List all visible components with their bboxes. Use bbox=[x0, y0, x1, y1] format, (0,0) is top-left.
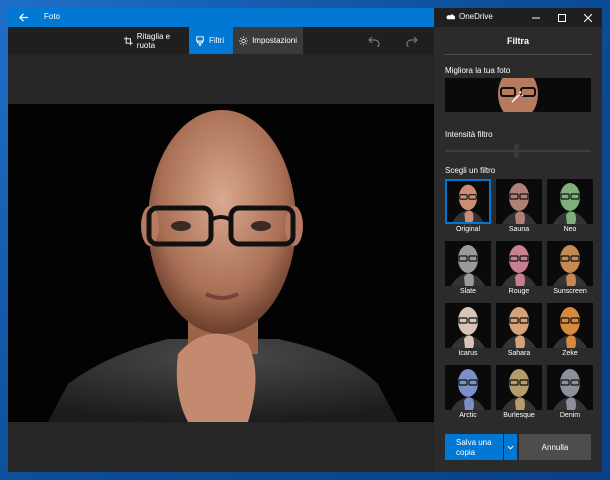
crop-rotate-label: Ritaglia e ruota bbox=[136, 31, 171, 50]
filter-option[interactable]: Arctic bbox=[445, 365, 491, 424]
redo-icon[interactable] bbox=[406, 35, 418, 47]
filter-thumbnail bbox=[547, 365, 593, 410]
filter-option[interactable]: Slate bbox=[445, 241, 491, 300]
filter-name: Denim bbox=[559, 412, 581, 419]
filter-option[interactable]: Rouge bbox=[496, 241, 542, 300]
adjustments-tab[interactable]: Impostazioni bbox=[233, 27, 303, 54]
filter-preview-image bbox=[496, 365, 542, 410]
maximize-button[interactable] bbox=[550, 8, 574, 27]
portrait-image bbox=[8, 104, 434, 422]
filter-thumbnail bbox=[496, 303, 542, 348]
filter-thumbnail bbox=[445, 365, 491, 410]
filter-option[interactable]: Sunscreen bbox=[547, 241, 593, 300]
onedrive-icon bbox=[446, 14, 455, 20]
panel-heading: Filtra bbox=[506, 36, 529, 46]
filter-preview-image bbox=[547, 365, 593, 410]
chevron-down-icon bbox=[507, 445, 514, 450]
choose-filter-label: Scegli un filtro bbox=[445, 166, 496, 175]
filter-preview-image bbox=[547, 179, 593, 224]
filter-preview-image bbox=[447, 181, 489, 222]
filter-thumbnail bbox=[547, 241, 593, 286]
filter-thumbnail bbox=[496, 179, 542, 224]
brightness-icon bbox=[239, 35, 249, 46]
filter-preview-image bbox=[445, 241, 491, 286]
filter-name: Zeke bbox=[562, 350, 578, 357]
filter-thumbnail bbox=[496, 241, 542, 286]
undo-icon[interactable] bbox=[368, 35, 380, 47]
filter-name: Icarus bbox=[458, 350, 478, 357]
filter-option[interactable]: Burlesque bbox=[496, 365, 542, 424]
filter-icon bbox=[196, 35, 204, 46]
filter-preview-image bbox=[496, 303, 542, 348]
filter-option[interactable]: Original bbox=[445, 179, 491, 238]
magic-wand-icon bbox=[511, 90, 524, 103]
filter-name: Slate bbox=[460, 288, 476, 295]
filter-name: Burlesque bbox=[503, 412, 535, 419]
filter-name: Original bbox=[455, 226, 481, 233]
filter-name: Rouge bbox=[508, 288, 530, 295]
filter-option[interactable]: Neo bbox=[547, 179, 593, 238]
close-icon bbox=[584, 13, 592, 22]
panel-title-bar: OneDrive bbox=[434, 8, 602, 27]
enhance-photo-button[interactable] bbox=[445, 78, 591, 112]
filter-thumbnail bbox=[445, 241, 491, 286]
filters-tab[interactable]: Filtri bbox=[189, 27, 233, 54]
filter-name: Arctic bbox=[459, 412, 477, 419]
filter-option[interactable]: Sahara bbox=[496, 303, 542, 362]
filter-option[interactable]: Denim bbox=[547, 365, 593, 424]
intensity-label: Intensità filtro bbox=[445, 130, 493, 139]
edit-toolbar: Ritaglia e ruota Filtri Impostazioni bbox=[8, 27, 434, 54]
filter-name: Sunscreen bbox=[553, 288, 587, 295]
filter-name: Sauna bbox=[508, 226, 530, 233]
filter-preview-image bbox=[547, 241, 593, 286]
filter-name: Sahara bbox=[507, 350, 531, 357]
filter-preview-image bbox=[547, 303, 593, 348]
adjustments-label: Impostazioni bbox=[252, 36, 297, 45]
panel-window-title: OneDrive bbox=[459, 12, 493, 21]
app-title: Foto bbox=[44, 12, 61, 21]
filter-preview-image bbox=[496, 241, 542, 286]
minimize-button[interactable] bbox=[524, 8, 548, 27]
save-options-button[interactable] bbox=[504, 434, 517, 460]
filter-preview-image bbox=[496, 179, 542, 224]
intensity-slider-thumb[interactable] bbox=[514, 144, 519, 158]
save-copy-button[interactable]: Salva una copia bbox=[445, 434, 503, 460]
cancel-button[interactable]: Annulla bbox=[519, 434, 591, 460]
maximize-icon bbox=[558, 13, 566, 22]
filter-thumbnail bbox=[547, 179, 593, 224]
filter-option[interactable]: Zeke bbox=[547, 303, 593, 362]
filter-option[interactable]: Sauna bbox=[496, 179, 542, 238]
photo-canvas bbox=[8, 54, 434, 472]
filter-name: Neo bbox=[563, 226, 577, 233]
back-button[interactable] bbox=[8, 8, 38, 27]
filter-thumbnail bbox=[445, 303, 491, 348]
crop-icon bbox=[124, 36, 133, 45]
title-bar: Foto bbox=[8, 8, 434, 27]
filter-thumbnail bbox=[445, 179, 491, 224]
heading-divider bbox=[444, 54, 592, 55]
photos-window: Foto Ritaglia e ruota Filtri Impostazion… bbox=[8, 8, 434, 472]
filter-thumbnail bbox=[496, 365, 542, 410]
edited-photo[interactable] bbox=[8, 104, 434, 422]
filters-label: Filtri bbox=[209, 36, 225, 45]
filter-panel: OneDrive Filtra Migliora la tua foto Int… bbox=[434, 8, 602, 472]
crop-rotate-button[interactable]: Ritaglia e ruota bbox=[118, 27, 190, 54]
filter-option[interactable]: Icarus bbox=[445, 303, 491, 362]
minimize-icon bbox=[532, 17, 540, 18]
filter-thumbnail bbox=[547, 303, 593, 348]
enhance-label: Migliora la tua foto bbox=[445, 66, 511, 75]
close-button[interactable] bbox=[576, 8, 600, 27]
filter-preview-image bbox=[445, 303, 491, 348]
filter-preview-image bbox=[445, 365, 491, 410]
back-arrow-icon bbox=[18, 13, 28, 22]
